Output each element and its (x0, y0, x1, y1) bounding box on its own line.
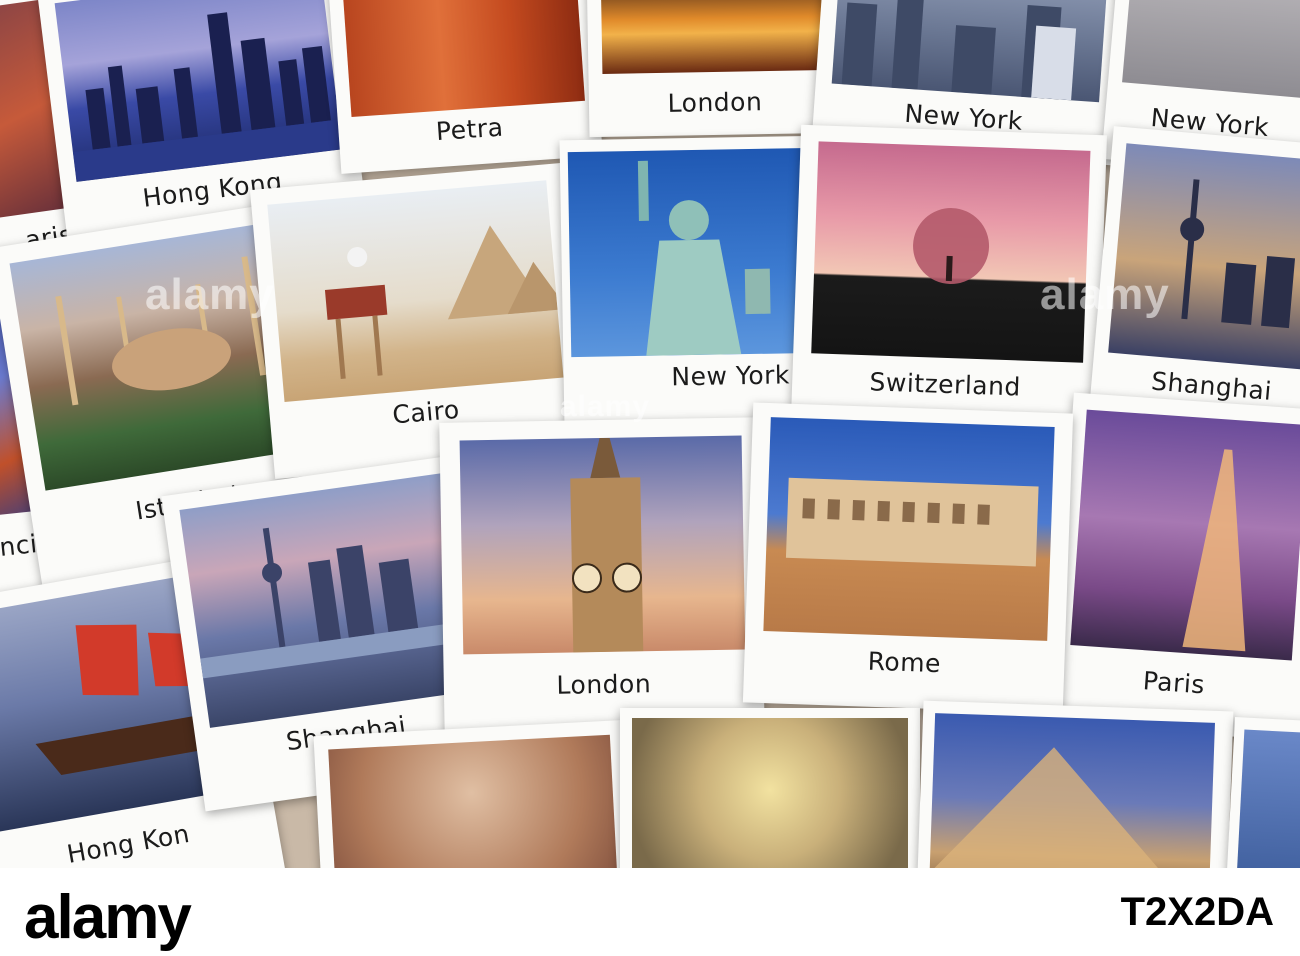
caption-switzerland: Switzerland (869, 367, 1022, 402)
card-paris-eiffel: Paris (1050, 392, 1300, 744)
photo-shanghai-sunset (1108, 143, 1300, 371)
caption-paris-eiffel: Paris (1141, 666, 1206, 700)
skyline-graphic (72, 12, 343, 182)
card-rome: Rome (742, 402, 1074, 714)
card-far-right-bottom (1225, 716, 1300, 868)
card-blue-mosque-dome (313, 720, 633, 868)
stock-footer: alamy T2X2DA (0, 868, 1300, 956)
card-london-bigben: London (439, 417, 765, 739)
photo-colosseum (763, 417, 1055, 641)
card-st-peters-dome (620, 708, 920, 868)
liberty-graphic (637, 160, 771, 356)
photo-new-york-buildings (831, 0, 1108, 103)
photo-mosque-dome (328, 734, 619, 868)
card-louvre (916, 700, 1234, 868)
photo-big-ben (459, 435, 746, 655)
card-new-york-liberty: New York (559, 135, 829, 429)
photo-far-right (1235, 729, 1300, 868)
big-ben-graphic (570, 437, 644, 653)
shanghai-skyline-graphic (1180, 179, 1296, 329)
image-id: T2X2DA (1120, 890, 1274, 934)
photo-shanghai-river (179, 472, 476, 728)
photo-london-sunset (600, 0, 827, 74)
pyramid-graphic (929, 747, 1170, 868)
photo-eiffel-tower (1070, 409, 1300, 661)
eiffel-graphic (1182, 449, 1246, 652)
photo-new-york-right (1122, 0, 1300, 102)
postcard-collage: aris Hong Kong Petra London New York New… (0, 0, 1300, 868)
pyramids-graphic (324, 225, 564, 379)
photo-statue-of-liberty (567, 147, 812, 358)
caption-london-top: London (667, 87, 763, 118)
card-london-top: London (586, 0, 842, 138)
colosseum-graphic (785, 477, 1039, 567)
photo-st-peters-dome (632, 718, 908, 868)
photo-petra (342, 0, 585, 118)
caption-rome: Rome (867, 646, 942, 679)
tree-graphic (913, 208, 990, 285)
caption-new-york-liberty: New York (671, 360, 791, 392)
photo-switzerland-tree (811, 141, 1091, 363)
caption-london-bigben: London (556, 669, 652, 700)
buildings-graphic (841, 0, 1077, 101)
alamy-logo: alamy (24, 883, 192, 952)
photo-hong-kong-skyline (54, 0, 343, 182)
shanghai-river-graphic (200, 527, 469, 679)
photo-louvre-pyramid (928, 713, 1215, 868)
card-switzerland: Switzerland (790, 124, 1108, 428)
photo-cairo-camel (267, 180, 564, 402)
